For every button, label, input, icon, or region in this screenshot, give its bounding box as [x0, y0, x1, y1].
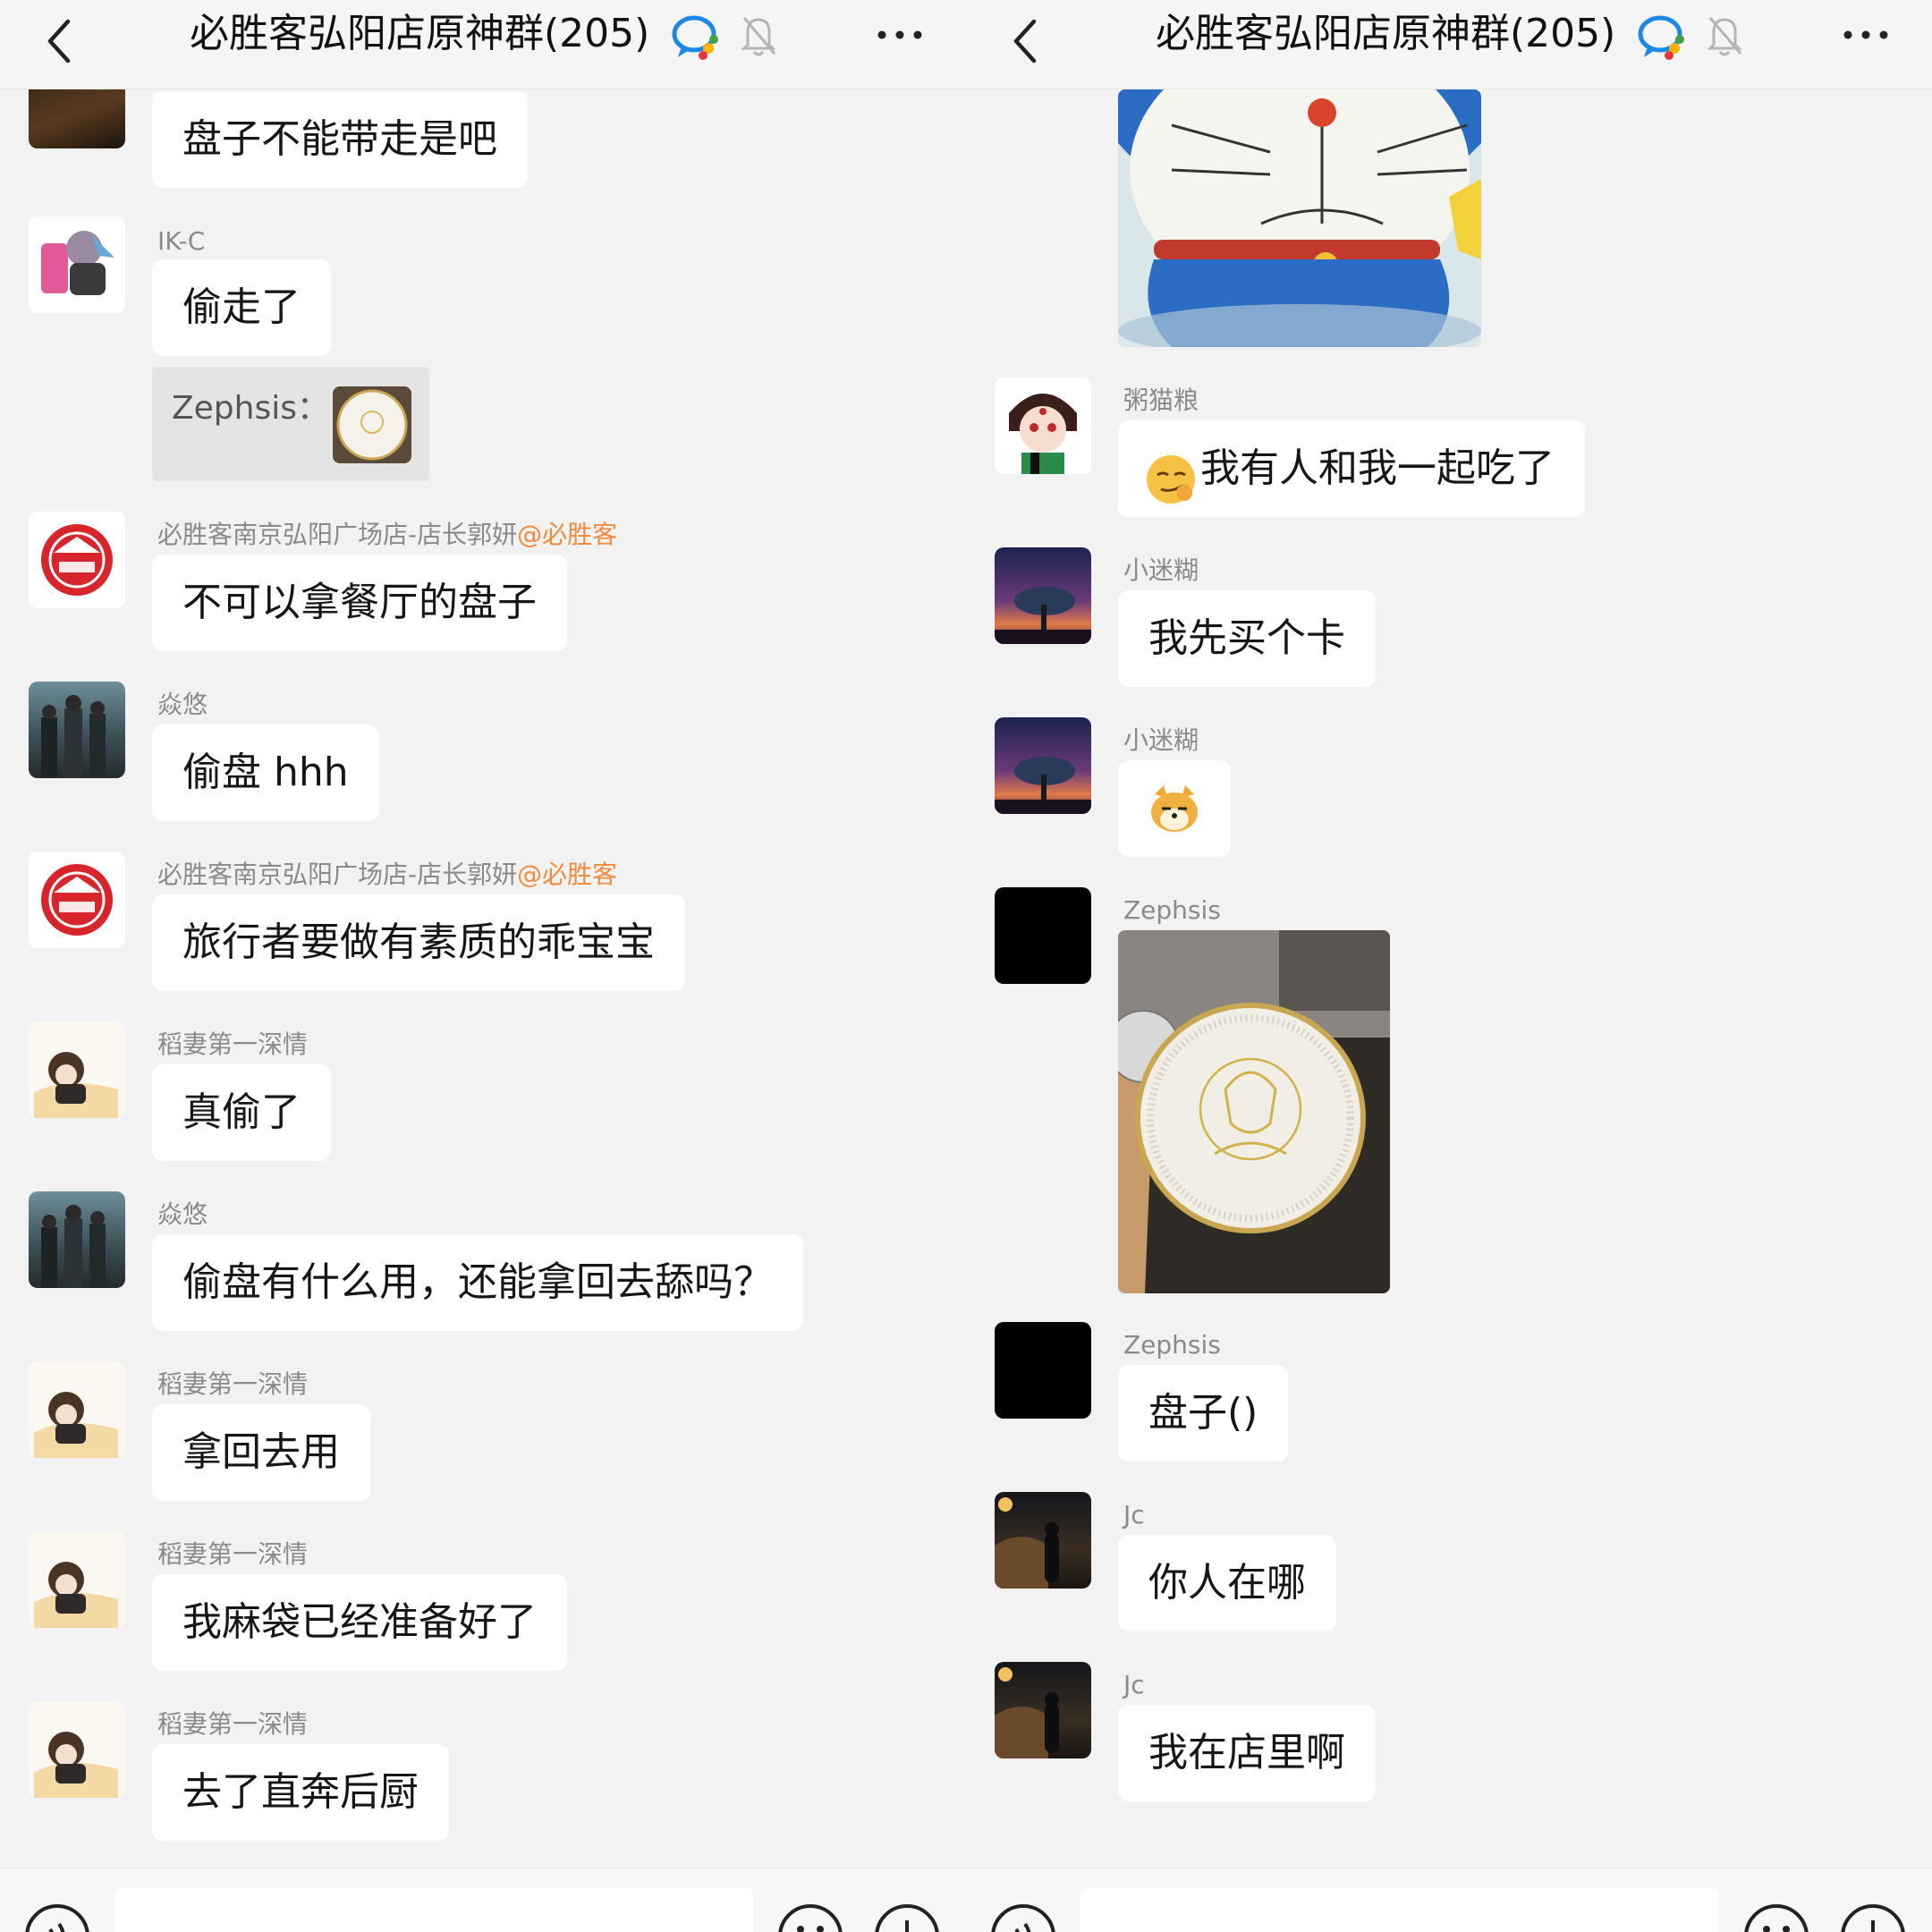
message-bubble[interactable]: 真偷了	[152, 1064, 331, 1161]
group-chat-icon[interactable]	[1635, 13, 1689, 63]
sender-name: 必胜客南京弘阳广场店-店长郭妍@必胜客	[157, 519, 617, 551]
plate-photo[interactable]	[1118, 930, 1390, 1293]
sender-name: 焱悠	[157, 690, 208, 719]
sender-name: 小迷糊	[1123, 555, 1199, 585]
message-text: 我有人和我一起吃了	[1200, 445, 1555, 491]
message-bubble[interactable]: 我麻袋已经准备好了	[152, 1574, 567, 1671]
doge-emoji-icon	[1151, 785, 1198, 832]
sender-name: 稻妻第一深情	[157, 1369, 309, 1399]
emoji-icon[interactable]	[1742, 1902, 1810, 1932]
sender-name: Jc	[1123, 1500, 1145, 1530]
message-input[interactable]	[1080, 1888, 1719, 1932]
quoted-sender: Zephsis：	[172, 390, 329, 427]
message-bubble[interactable]: 旅行者要做有素质的乖宝宝	[152, 894, 685, 991]
back-chevron-icon[interactable]	[34, 14, 88, 68]
message-list: 粥猫粮 我有人和我一起吃了 小迷糊 我先买个卡 小迷糊 Zephsis Zeph…	[966, 89, 1932, 1869]
avatar[interactable]	[995, 717, 1091, 814]
sender-name: 焱悠	[157, 1199, 208, 1229]
avatar[interactable]	[29, 1021, 125, 1118]
sender-name: 稻妻第一深情	[157, 1030, 309, 1059]
sender-name: 稻妻第一深情	[157, 1709, 309, 1739]
avatar[interactable]	[995, 1662, 1091, 1758]
quoted-reply[interactable]: Zephsis：	[152, 367, 429, 481]
avatar[interactable]	[29, 1361, 125, 1458]
sender-name: IK-C	[157, 226, 206, 256]
voice-icon[interactable]	[23, 1902, 91, 1932]
sender-name-text: 必胜客南京弘阳广场店-店长郭妍	[157, 860, 518, 889]
quoted-image-thumbnail[interactable]	[333, 386, 411, 463]
avatar[interactable]	[29, 89, 125, 148]
avatar[interactable]	[29, 512, 125, 608]
message-input[interactable]	[114, 1888, 753, 1932]
message-bubble[interactable]: 我有人和我一起吃了	[1118, 420, 1585, 517]
message-bubble[interactable]: 盘子不能带走是吧	[152, 91, 528, 188]
chat-title: 必胜客弘阳店原神群(205)	[190, 11, 650, 56]
sender-name: Jc	[1123, 1670, 1145, 1699]
group-chat-icon[interactable]	[669, 13, 723, 63]
avatar[interactable]	[995, 1322, 1091, 1419]
mute-bell-icon	[1707, 17, 1742, 56]
message-bubble[interactable]: 偷盘有什么用，还能拿回去舔吗？	[152, 1234, 803, 1331]
message-list: 盘子不能带走是吧 IK-C 偷走了 Zephsis： 必胜客南京弘阳广场店-店长…	[0, 89, 966, 1869]
avatar[interactable]	[29, 216, 125, 313]
avatar[interactable]	[29, 852, 125, 948]
avatar[interactable]	[29, 1191, 125, 1288]
chat-title: 必胜客弘阳店原神群(205)	[1156, 11, 1616, 56]
message-bubble[interactable]: 拿回去用	[152, 1404, 370, 1501]
message-bubble[interactable]: 你人在哪	[1118, 1535, 1336, 1631]
sender-name-text: 必胜客南京弘阳广场店-店长郭妍	[157, 520, 518, 549]
mention-tag[interactable]: @必胜客	[517, 860, 617, 889]
message-bubble[interactable]: 偷盘 hhh	[152, 724, 379, 821]
chat-pane-left: 必胜客弘阳店原神群(205) 盘子不能带走是吧 IK-C 偷走了 Zephsis…	[0, 0, 966, 1932]
avatar[interactable]	[995, 887, 1091, 984]
sender-name: 粥猫粮	[1123, 386, 1199, 415]
message-bubble[interactable]: 去了直奔后厨	[152, 1744, 449, 1841]
chat-screenshot-composite: 必胜客弘阳店原神群(205) 盘子不能带走是吧 IK-C 偷走了 Zephsis…	[0, 0, 1932, 1932]
mute-bell-icon	[741, 17, 776, 56]
sticker-image[interactable]	[1118, 89, 1481, 347]
sender-name: 必胜客南京弘阳广场店-店长郭妍@必胜客	[157, 859, 617, 891]
avatar[interactable]	[29, 1531, 125, 1628]
sender-name: Zephsis	[1123, 895, 1221, 925]
sender-name: 小迷糊	[1123, 725, 1199, 755]
chat-pane-right: 必胜客弘阳店原神群(205) 粥猫粮 我有人和我一起吃了 小迷糊 我先买个卡 小…	[966, 0, 1932, 1932]
mention-tag[interactable]: @必胜客	[517, 520, 617, 549]
avatar[interactable]	[995, 1492, 1091, 1589]
more-dots-icon[interactable]	[873, 21, 927, 48]
message-bubble[interactable]: 不可以拿餐厅的盘子	[152, 555, 567, 651]
top-bar: 必胜客弘阳店原神群(205)	[966, 0, 1932, 89]
plus-icon[interactable]	[873, 1902, 941, 1932]
message-bubble[interactable]: 我在店里啊	[1118, 1705, 1376, 1801]
avatar[interactable]	[29, 682, 125, 778]
plus-icon[interactable]	[1839, 1902, 1907, 1932]
emoji-icon[interactable]	[776, 1902, 844, 1932]
message-bubble[interactable]: 我先买个卡	[1118, 590, 1376, 687]
top-bar: 必胜客弘阳店原神群(205)	[0, 0, 966, 89]
sender-name: 稻妻第一深情	[157, 1539, 309, 1569]
message-bubble[interactable]	[1118, 760, 1231, 857]
avatar[interactable]	[29, 1701, 125, 1798]
avatar[interactable]	[995, 547, 1091, 644]
message-bubble[interactable]: 盘子()	[1118, 1365, 1289, 1462]
voice-icon[interactable]	[989, 1902, 1057, 1932]
input-bar	[966, 1868, 1932, 1932]
input-bar	[0, 1868, 966, 1932]
smirk-emoji-icon	[1145, 445, 1197, 504]
sender-name: Zephsis	[1123, 1330, 1221, 1360]
message-bubble[interactable]: 偷走了	[152, 259, 331, 356]
avatar[interactable]	[995, 377, 1091, 474]
more-dots-icon[interactable]	[1839, 21, 1893, 48]
back-chevron-icon[interactable]	[1000, 14, 1054, 68]
